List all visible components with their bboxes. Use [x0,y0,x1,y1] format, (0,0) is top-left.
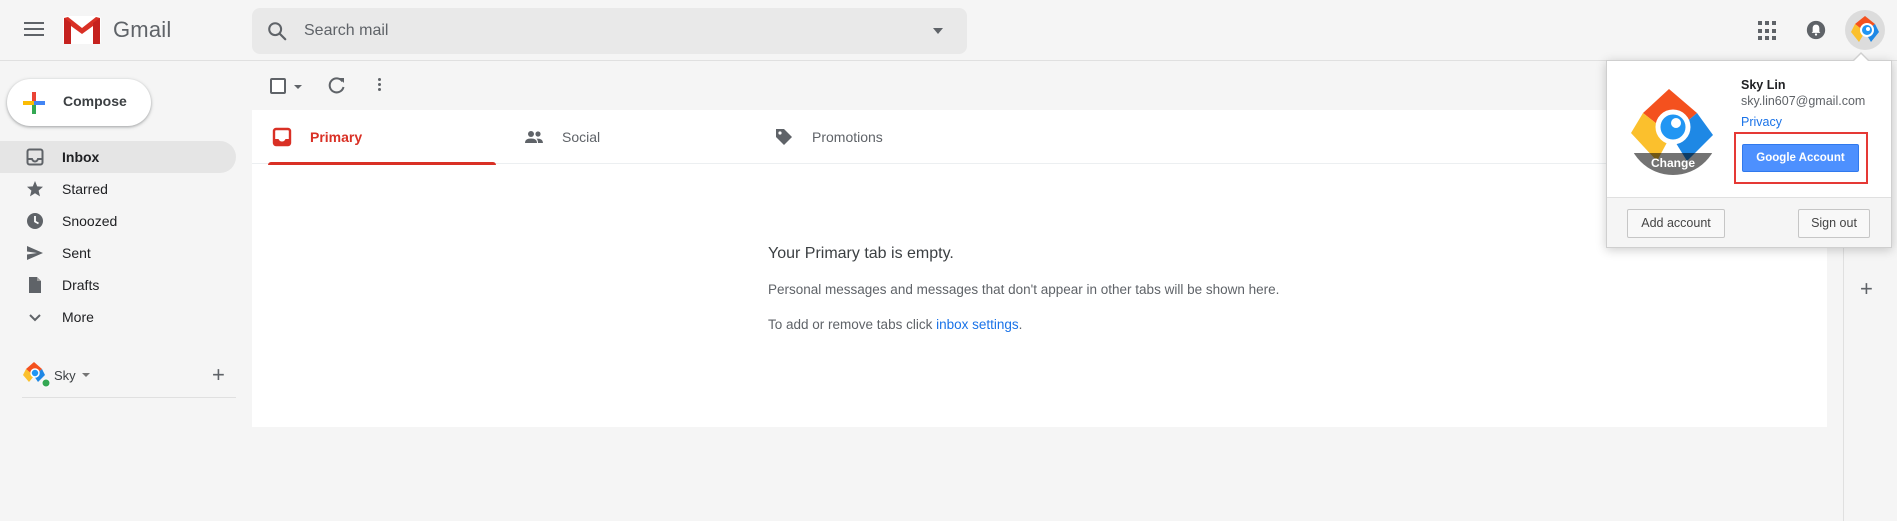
search-input[interactable] [304,8,904,54]
sidebar-item-label: Snoozed [62,213,118,229]
popup-footer: Add account Sign out [1607,197,1891,247]
refresh-icon[interactable] [327,76,347,96]
more-options-icon[interactable] [376,76,382,96]
gmail-logo-icon[interactable] [62,14,102,46]
sidebar-item-more[interactable]: More [0,301,236,333]
highlight-box [1734,132,1868,184]
empty-state-title: Your Primary tab is empty. [768,245,954,262]
select-options-dropdown-icon[interactable] [294,85,302,89]
draft-icon [29,277,41,293]
sidebar-item-label: Starred [62,181,108,197]
tag-icon [776,129,792,145]
empty-state-description: Personal messages and messages that don'… [768,282,1280,297]
compose-button[interactable]: Compose [7,79,151,126]
hangouts-account-row[interactable]: Sky + [22,360,236,398]
profile-photo-button[interactable]: Change [1627,83,1719,175]
inbox-tab-icon [272,127,292,147]
clock-icon [27,213,43,229]
add-account-button[interactable]: Add account [1627,209,1725,238]
notifications-bell-icon[interactable] [1806,20,1826,40]
tab-label: Promotions [812,129,883,145]
people-icon [525,131,543,143]
add-contact-icon[interactable]: + [212,364,225,386]
tab-primary[interactable]: Primary [260,110,496,165]
category-tabs: Primary Social Promotions [252,110,1827,165]
tab-label: Social [562,129,601,145]
select-all-checkbox[interactable] [270,78,286,94]
sidebar-item-label: Sent [62,245,91,261]
settings-hint-prefix: To add or remove tabs click [768,317,937,332]
mail-list-panel: Primary Social Promotions Your Primary t… [252,110,1827,427]
tab-promotions[interactable]: Promotions [762,110,1002,164]
send-icon [27,246,43,260]
sidebar-nav: Inbox Starred Snoozed Sent Drafts More [0,141,236,333]
sidebar-item-label: More [62,309,94,325]
sidebar-item-drafts[interactable]: Drafts [0,269,236,301]
sidebar-item-inbox[interactable]: Inbox [0,141,236,173]
account-dropdown-icon[interactable] [82,373,90,377]
compose-label: Compose [63,93,127,109]
sign-out-button[interactable]: Sign out [1798,209,1870,238]
account-name: Sky [54,368,76,383]
account-email: sky.lin607@gmail.com [1741,94,1866,108]
tab-label: Primary [310,129,363,145]
main-menu-icon[interactable] [22,18,46,42]
chevron-down-icon [29,314,41,322]
sidebar-item-snoozed[interactable]: Snoozed [0,205,236,237]
privacy-link[interactable]: Privacy [1741,115,1782,129]
account-display-name: Sky Lin [1741,78,1786,92]
google-apps-icon[interactable] [1758,21,1778,41]
account-popup: Change Sky Lin sky.lin607@gmail.com Priv… [1606,52,1892,248]
search-options-dropdown-icon[interactable] [933,28,943,34]
get-addons-plus-icon[interactable]: + [1860,276,1873,302]
sidebar-item-label: Drafts [62,277,100,293]
settings-hint-suffix: . [1018,317,1023,332]
mail-toolbar [252,72,1752,102]
top-header: Gmail [0,0,1897,61]
app-name: Gmail [113,17,172,42]
sidebar-item-starred[interactable]: Starred [0,173,236,205]
search-bar[interactable] [252,8,967,54]
empty-state-settings-hint: To add or remove tabs click inbox settin… [768,317,1022,332]
sky-avatar-icon [23,362,50,388]
avatar-logo-icon [1851,16,1879,42]
star-icon [27,181,43,197]
tab-social[interactable]: Social [512,110,752,164]
sidebar-item-sent[interactable]: Sent [0,237,236,269]
inbox-icon [26,148,44,166]
compose-plus-icon [23,92,45,114]
search-icon[interactable] [266,20,288,42]
change-photo-label: Change [1627,153,1719,175]
account-avatar-button[interactable] [1845,10,1885,50]
sidebar-item-label: Inbox [62,149,100,165]
popup-pointer-inner [1853,54,1869,62]
inbox-settings-link[interactable]: inbox settings [936,317,1019,332]
